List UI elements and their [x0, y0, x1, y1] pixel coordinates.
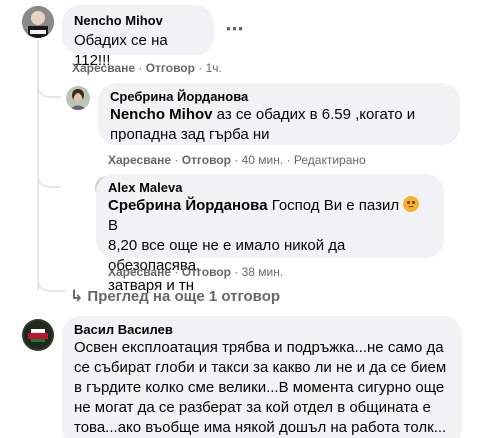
comment-time[interactable]: 40 мин. [242, 153, 284, 167]
avatar-image [66, 86, 90, 110]
reply-button[interactable]: Отговор [146, 61, 195, 75]
comment-bubble: Nencho Mihov Обадих се на 112!!! [62, 5, 214, 69]
comment-text-line: Освен експлоатация трябва и подръжка...н… [74, 339, 444, 356]
reply-arrow-icon: ↳ [70, 288, 84, 305]
thread-connector [37, 170, 61, 188]
comment-actions: Харесване · Отговор · 38 мин. [108, 265, 284, 279]
sad-face-emoji-icon [403, 196, 420, 212]
avatar-nencho-mihov[interactable] [22, 6, 54, 38]
view-more-label: Преглед на още 1 отговор [87, 288, 281, 305]
comment-text-line: В [108, 217, 119, 234]
like-button[interactable]: Харесване [108, 153, 171, 167]
thread-connector [37, 276, 65, 292]
comment-actions: Харесване · Отговор · 40 мин. · Редактир… [108, 153, 366, 167]
comment-bubble: Alex Maleva Сребрина Йорданова Господ Ви… [96, 174, 444, 294]
comment-text-line: пропадна зад гърба ни [110, 126, 270, 143]
avatar-srebrina[interactable] [66, 86, 90, 110]
thread-line [37, 40, 39, 290]
thread-connector [37, 80, 61, 98]
comment-author[interactable]: Alex Maleva [108, 180, 432, 196]
comment-time[interactable]: 1ч. [206, 61, 222, 75]
comment-text-line: в гърдите колко сме велики...В момента с… [74, 379, 445, 396]
like-button[interactable]: Харесване [108, 265, 171, 279]
edited-label: Редактирано [293, 153, 366, 167]
mention-link[interactable]: Nencho Mihov [110, 106, 213, 123]
comment-text-line: аз се обадих в 6.59 ,когато и [212, 106, 416, 123]
comment-text-line: не могат да се разберат за кой отдел в о… [74, 399, 431, 416]
reply-button[interactable]: Отговор [182, 153, 231, 167]
avatar-image [22, 6, 54, 38]
comment-text: Сребрина Йорданова Господ Ви е пазил В [108, 196, 432, 236]
comment-text-line: това...ако въобще има някой дошъл на раб… [74, 419, 447, 436]
comment-time[interactable]: 38 мин. [242, 265, 284, 279]
comment-bubble: Сребрина Йорданова Nencho Mihov аз се об… [98, 83, 460, 145]
like-button[interactable]: Харесване [72, 61, 135, 75]
more-options-button[interactable]: ⋯ [221, 16, 249, 44]
comment-text-line: се събират глоби и такси за какво ли не … [74, 359, 447, 376]
comment-author[interactable]: Васил Василев [74, 322, 450, 338]
comment-author[interactable]: Nencho Mihov [74, 13, 202, 29]
comment-text: Nencho Mihov аз се обадих в 6.59 ,когато… [110, 105, 448, 125]
comment-text-line: Господ Ви е пазил [267, 197, 404, 214]
comment-actions: Харесване · Отговор · 1ч. [72, 61, 222, 75]
view-more-replies-button[interactable]: ↳ Преглед на още 1 отговор [70, 287, 280, 307]
avatar-image [22, 319, 54, 351]
mention-link[interactable]: Сребрина Йорданова [108, 197, 268, 214]
reply-button[interactable]: Отговор [182, 265, 231, 279]
comment-author[interactable]: Сребрина Йорданова [110, 89, 448, 105]
comment-bubble: Васил Василев Освен експлоатация трябва … [62, 316, 462, 438]
avatar-vasil-vasilev[interactable] [22, 319, 54, 351]
